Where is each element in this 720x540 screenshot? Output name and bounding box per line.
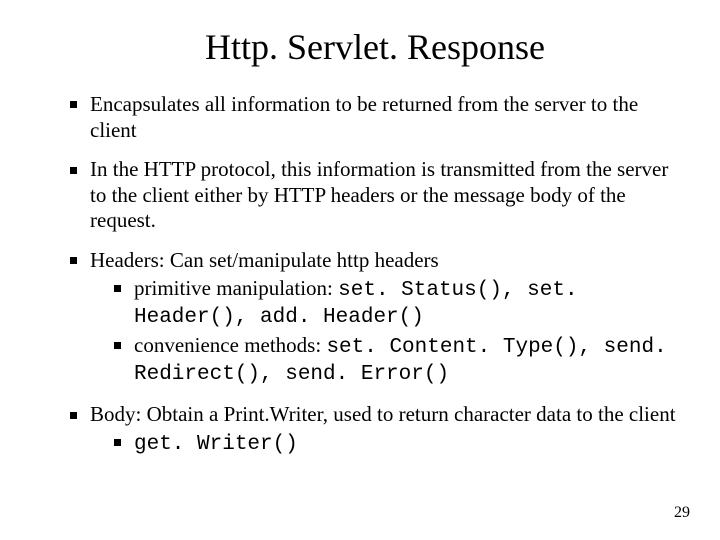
sub-bullet-list: primitive manipulation: set. Status(), s…	[114, 276, 680, 388]
list-item: Encapsulates all information to be retur…	[70, 92, 680, 143]
sub-bullet-lead: primitive manipulation:	[134, 276, 338, 300]
code-text: get. Writer()	[134, 433, 298, 456]
bullet-text: In the HTTP protocol, this information i…	[90, 157, 668, 232]
bullet-list: Encapsulates all information to be retur…	[70, 92, 680, 457]
page-number: 29	[674, 504, 690, 522]
bullet-text: Body: Obtain a Print.Writer, used to ret…	[90, 402, 676, 426]
slide: Http. Servlet. Response Encapsulates all…	[0, 0, 720, 540]
list-item: In the HTTP protocol, this information i…	[70, 157, 680, 234]
bullet-text: Headers: Can set/manipulate http headers	[90, 248, 439, 272]
list-item: primitive manipulation: set. Status(), s…	[114, 276, 680, 331]
list-item: get. Writer()	[114, 430, 680, 458]
bullet-text: Encapsulates all information to be retur…	[90, 92, 638, 142]
list-item: convenience methods: set. Content. Type(…	[114, 333, 680, 388]
slide-title: Http. Servlet. Response	[70, 26, 680, 68]
list-item: Body: Obtain a Print.Writer, used to ret…	[70, 402, 680, 457]
sub-bullet-lead: convenience methods:	[134, 333, 326, 357]
sub-bullet-list: get. Writer()	[114, 430, 680, 458]
list-item: Headers: Can set/manipulate http headers…	[70, 248, 680, 388]
